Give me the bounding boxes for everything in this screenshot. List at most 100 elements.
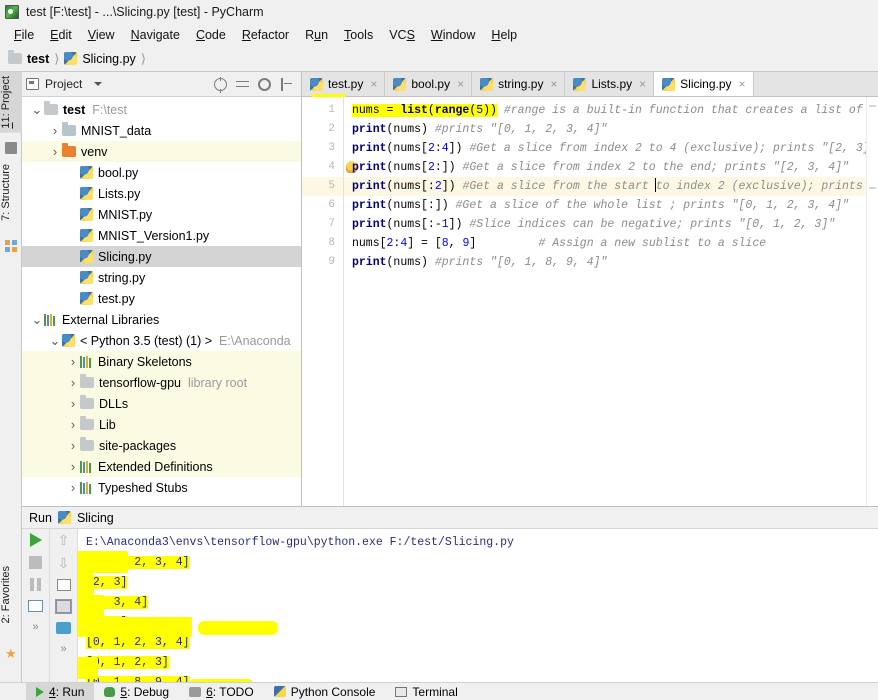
tree-item[interactable]: MNIST_Version1.py [22,225,301,246]
close-icon[interactable]: × [550,77,557,91]
hide-panel-icon[interactable] [280,77,293,91]
chevron-right-icon[interactable]: › [66,354,80,369]
chevron-right-icon[interactable]: › [66,480,80,495]
tree-item[interactable]: ⌄ External Libraries [22,309,301,330]
editor-tab[interactable]: bool.py × [385,72,473,96]
sidebar-item-favorites[interactable]: 2: Favorites [0,562,22,627]
chevron-right-icon[interactable]: › [66,396,80,411]
menu-item-edit[interactable]: Edit [42,26,80,44]
chevron-down-icon[interactable]: ⌄ [30,103,44,116]
scroll-up-icon[interactable]: ⇧ [58,533,70,547]
tree-item[interactable]: › site-packages [22,435,301,456]
menu-item-tools[interactable]: Tools [336,26,381,44]
code-line[interactable]: print(nums[:2]) #Get a slice from the st… [344,177,878,196]
chevron-right-icon[interactable]: › [66,375,80,390]
soft-wrap-icon[interactable] [56,579,71,591]
close-icon[interactable]: × [739,77,746,91]
tree-item[interactable]: › DLLs [22,393,301,414]
folder-icon [62,143,76,157]
sidebar-item-structure[interactable]: 7: Structure [0,160,22,225]
tree-item[interactable]: test.py [22,288,301,309]
chevron-down-icon[interactable] [94,82,103,86]
tree-item[interactable]: › Lib [22,414,301,435]
menu-item-code[interactable]: Code [188,26,234,44]
tree-item[interactable]: ⌄ test F:\test [22,99,301,120]
chevron-down-icon[interactable]: ⌄ [48,334,62,347]
tree-item[interactable]: › venv [22,141,301,162]
chevron-right-icon[interactable]: › [66,459,80,474]
tree-item[interactable]: › Binary Skeletons [22,351,301,372]
scroll-down-icon[interactable]: ⇩ [58,556,70,570]
code-line[interactable]: print(nums[:-1]) #Slice indices can be n… [344,215,878,234]
project-panel-tools [214,76,297,93]
marker-scrollbar[interactable] [866,97,878,506]
run-icon[interactable] [29,533,42,547]
menu-item-navigate[interactable]: Navigate [123,26,188,44]
tree-item[interactable]: › tensorflow-gpu library root [22,372,301,393]
chevron-right-icon[interactable]: › [48,123,62,138]
pause-icon[interactable] [29,578,42,591]
editor-tab[interactable]: string.py × [472,72,566,96]
close-icon[interactable]: × [370,77,377,91]
chevron-right-icon[interactable]: › [66,438,80,453]
stop-icon[interactable] [29,556,42,569]
breadcrumb-file-label: Slicing.py [82,51,136,66]
statusbar-item-python-console[interactable]: Python Console [264,683,386,700]
run-tab-label[interactable]: Run [29,511,52,525]
editor-tab[interactable]: Lists.py × [565,72,655,96]
chevron-down-icon[interactable]: ⌄ [30,313,44,326]
menu-item-run[interactable]: Run [297,26,336,44]
run-config-name[interactable]: Slicing [77,511,114,525]
settings-gear-icon[interactable] [258,77,271,91]
tree-item[interactable]: Lists.py [22,183,301,204]
close-icon[interactable]: × [639,77,646,91]
code-line[interactable]: print(nums[2:4]) #Get a slice from index… [344,139,878,158]
chevron-right-icon[interactable]: › [48,144,62,159]
console-icon[interactable] [28,600,43,612]
tree-item[interactable]: ⌄ < Python 3.5 (test) (1) > E:\Anaconda [22,330,301,351]
menu-item-help[interactable]: Help [483,26,525,44]
line-number: 2 [328,123,335,135]
tree-item[interactable]: › MNIST_data [22,120,301,141]
folder-icon [80,395,94,409]
tree-item[interactable]: › Typeshed Stubs [22,477,301,498]
editor-tab[interactable]: test.py × [302,72,386,97]
breadcrumb-file[interactable]: Slicing.py [64,52,136,66]
chevron-right-icon[interactable]: › [66,417,80,432]
locate-icon[interactable] [214,76,227,93]
code-line[interactable]: print(nums) #prints "[0, 1, 2, 3, 4]" [344,120,878,139]
collapse-all-icon[interactable] [236,78,249,91]
code-line[interactable]: nums[2:4] = [8, 9] # Assign a new sublis… [344,234,878,253]
menu-bar: File Edit View Navigate Code Refactor Run Tools… [0,24,878,46]
tree-item[interactable]: string.py [22,267,301,288]
tree-item[interactable]: bool.py [22,162,301,183]
tree-item[interactable]: › Extended Definitions [22,456,301,477]
expand-more-icon[interactable]: » [32,621,38,633]
code-line[interactable]: print(nums[:]) #Get a slice of the whole… [344,196,878,215]
editor-tab[interactable]: Slicing.py × [654,72,754,96]
run-tool-window: Run Slicing » ⇧ ⇩ » E:\Anaconda3\envs\te… [22,506,878,682]
console-output[interactable]: E:\Anaconda3\envs\tensorflow-gpu\python.… [78,529,878,682]
print-icon[interactable] [56,622,71,634]
menu-item-refactor[interactable]: Refactor [234,26,297,44]
tree-item[interactable]: MNIST.py [22,204,301,225]
statusbar-item-5-debug[interactable]: 5: Debug [94,683,179,700]
breadcrumb-project[interactable]: test [8,50,49,66]
project-title-group[interactable]: Project [26,77,214,91]
statusbar-item-4-run[interactable]: 4: Run [26,682,95,700]
tree-item[interactable]: Slicing.py [22,246,301,267]
expand-more-icon[interactable]: » [60,643,66,655]
close-icon[interactable]: × [457,77,464,91]
menu-item-file[interactable]: File [6,26,42,44]
code-lines[interactable]: nums = list(range(5)) #range is a built-… [344,97,878,506]
menu-item-vcs[interactable]: VCS [381,26,423,44]
pin-tab-icon[interactable] [55,599,72,614]
menu-item-window[interactable]: Window [423,26,483,44]
sidebar-item-project[interactable]: 11: Project [0,72,22,133]
code-line[interactable]: print(nums[2:]) #Get a slice from index … [344,158,878,177]
statusbar-item-terminal[interactable]: Terminal [385,683,467,700]
menu-item-view[interactable]: View [80,26,123,44]
statusbar-item-6-todo[interactable]: 6: TODO [179,683,264,700]
code-line[interactable]: nums = list(range(5)) #range is a built-… [344,101,878,120]
code-line[interactable]: print(nums) #prints "[0, 1, 8, 9, 4]" [344,253,878,272]
